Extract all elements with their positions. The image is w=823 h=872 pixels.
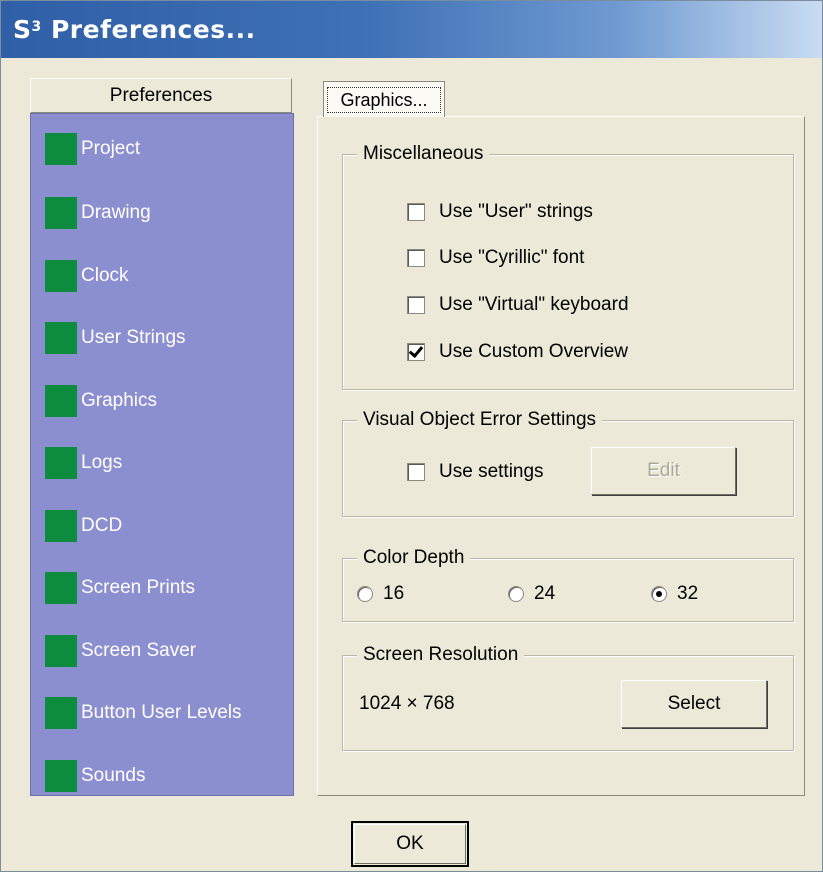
checkbox-box[interactable]: [407, 296, 425, 314]
checkbox-box[interactable]: [407, 463, 425, 481]
checkbox-box[interactable]: [407, 343, 425, 361]
radio-label: 24: [534, 583, 556, 604]
green-square-icon: [45, 322, 77, 354]
sidebar-item-label: Drawing: [81, 202, 151, 223]
edit-button[interactable]: Edit: [591, 447, 736, 495]
radio-label: 16: [383, 583, 405, 604]
sidebar: Project Drawing Clock User Strings Graph…: [30, 113, 294, 796]
green-square-icon: [45, 385, 77, 417]
color-depth-32-radio[interactable]: 32: [651, 583, 698, 605]
color-depth-group: Color Depth: [342, 547, 794, 622]
sidebar-item-label: Screen Saver: [81, 640, 197, 661]
sidebar-item-label: Button User Levels: [81, 702, 242, 723]
sidebar-item-clock[interactable]: Clock: [45, 257, 129, 295]
screen-resolution-value: 1024 × 768: [359, 693, 455, 714]
group-legend: Screen Resolution: [357, 644, 525, 666]
green-square-icon: [45, 572, 77, 604]
group-legend: Visual Object Error Settings: [357, 409, 603, 431]
select-button[interactable]: Select: [621, 680, 767, 728]
sidebar-item-drawing[interactable]: Drawing: [45, 194, 151, 232]
sidebar-item-dcd[interactable]: DCD: [45, 507, 122, 545]
use-virtual-keyboard-checkbox[interactable]: Use "Virtual" keyboard: [407, 294, 629, 316]
sidebar-item-label: User Strings: [81, 327, 186, 348]
radio-circle[interactable]: [357, 586, 373, 602]
group-legend: Miscellaneous: [357, 143, 490, 165]
sidebar-item-user-strings[interactable]: User Strings: [45, 319, 186, 357]
color-depth-16-radio[interactable]: 16: [357, 583, 404, 605]
sidebar-item-label: DCD: [81, 515, 123, 536]
radio-circle[interactable]: [508, 586, 524, 602]
sidebar-item-label: Project: [81, 138, 141, 159]
radio-label: 32: [677, 583, 699, 604]
sidebar-item-label: Graphics: [81, 390, 158, 411]
sidebar-item-button-user-levels[interactable]: Button User Levels: [45, 694, 242, 732]
sidebar-item-graphics[interactable]: Graphics: [45, 382, 157, 420]
green-square-icon: [45, 510, 77, 542]
checkbox-label: Use "Virtual" keyboard: [439, 294, 629, 315]
tab-label: Graphics...: [327, 87, 441, 113]
green-square-icon: [45, 260, 77, 292]
ok-label: OK: [396, 833, 424, 854]
use-custom-overview-checkbox[interactable]: Use Custom Overview: [407, 341, 628, 363]
green-square-icon: [45, 635, 77, 667]
sidebar-item-screen-prints[interactable]: Screen Prints: [45, 569, 195, 607]
checkbox-box[interactable]: [407, 203, 425, 221]
sidebar-item-label: Clock: [81, 265, 129, 286]
sidebar-item-label: Sounds: [81, 765, 146, 786]
green-square-icon: [45, 447, 77, 479]
checkbox-label: Use settings: [439, 461, 544, 482]
green-square-icon: [45, 197, 77, 229]
sidebar-item-label: Logs: [81, 452, 123, 473]
sidebar-item-project[interactable]: Project: [45, 130, 140, 168]
use-user-strings-checkbox[interactable]: Use "User" strings: [407, 201, 593, 223]
ok-button[interactable]: OK: [351, 821, 469, 867]
sidebar-item-sounds[interactable]: Sounds: [45, 757, 145, 795]
green-square-icon: [45, 133, 77, 165]
sidebar-item-label: Screen Prints: [81, 577, 196, 598]
green-square-icon: [45, 697, 77, 729]
use-cyrillic-font-checkbox[interactable]: Use "Cyrillic" font: [407, 247, 584, 269]
color-depth-24-radio[interactable]: 24: [508, 583, 555, 605]
sidebar-item-logs[interactable]: Logs: [45, 444, 122, 482]
tab-graphics[interactable]: Graphics...: [323, 81, 445, 117]
radio-circle[interactable]: [651, 586, 667, 602]
sidebar-item-screen-saver[interactable]: Screen Saver: [45, 632, 196, 670]
use-settings-checkbox[interactable]: Use settings: [407, 461, 544, 483]
group-legend: Color Depth: [357, 547, 471, 569]
checkbox-box[interactable]: [407, 249, 425, 267]
checkbox-label: Use "Cyrillic" font: [439, 247, 585, 268]
sidebar-header: Preferences: [30, 78, 292, 113]
checkbox-label: Use Custom Overview: [439, 341, 628, 362]
green-square-icon: [45, 760, 77, 792]
checkbox-label: Use "User" strings: [439, 201, 593, 222]
title-bar[interactable]: S3 Preferences...: [1, 1, 822, 58]
preferences-dialog: S3 Preferences... Preferences Project Dr…: [0, 0, 823, 872]
window-title: S3 Preferences...: [13, 15, 256, 44]
